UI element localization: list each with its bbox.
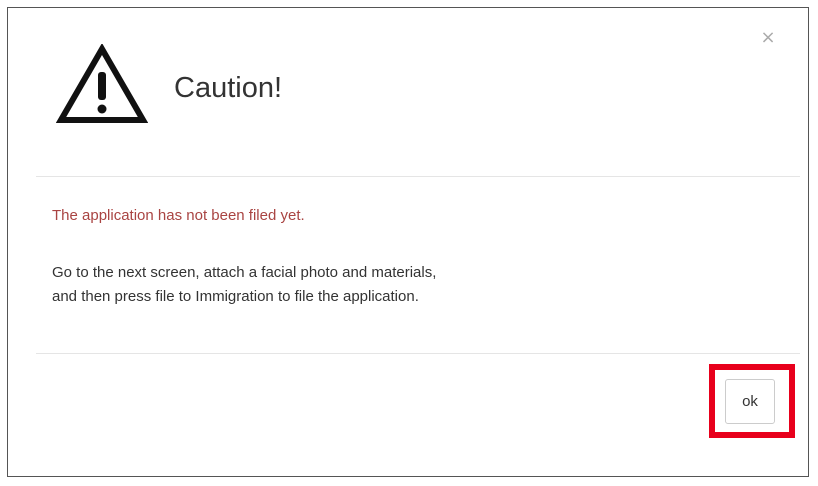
ok-button[interactable]: ok <box>725 379 775 424</box>
instruction-line: Go to the next screen, attach a facial p… <box>52 264 437 281</box>
instruction-text: Go to the next screen, attach a facial p… <box>52 261 436 309</box>
footer-divider <box>36 353 800 354</box>
instruction-line: and then press file to Immigration to fi… <box>52 288 419 305</box>
header-divider <box>36 176 800 177</box>
dialog-title: Caution! <box>174 72 283 104</box>
warning-triangle-icon <box>56 44 148 123</box>
caution-dialog: Caution! × The application has not been … <box>36 24 800 444</box>
warning-message: The application has not been filed yet. <box>52 207 305 224</box>
dialog-header: Caution! × <box>36 24 800 175</box>
close-icon[interactable]: × <box>756 26 780 50</box>
